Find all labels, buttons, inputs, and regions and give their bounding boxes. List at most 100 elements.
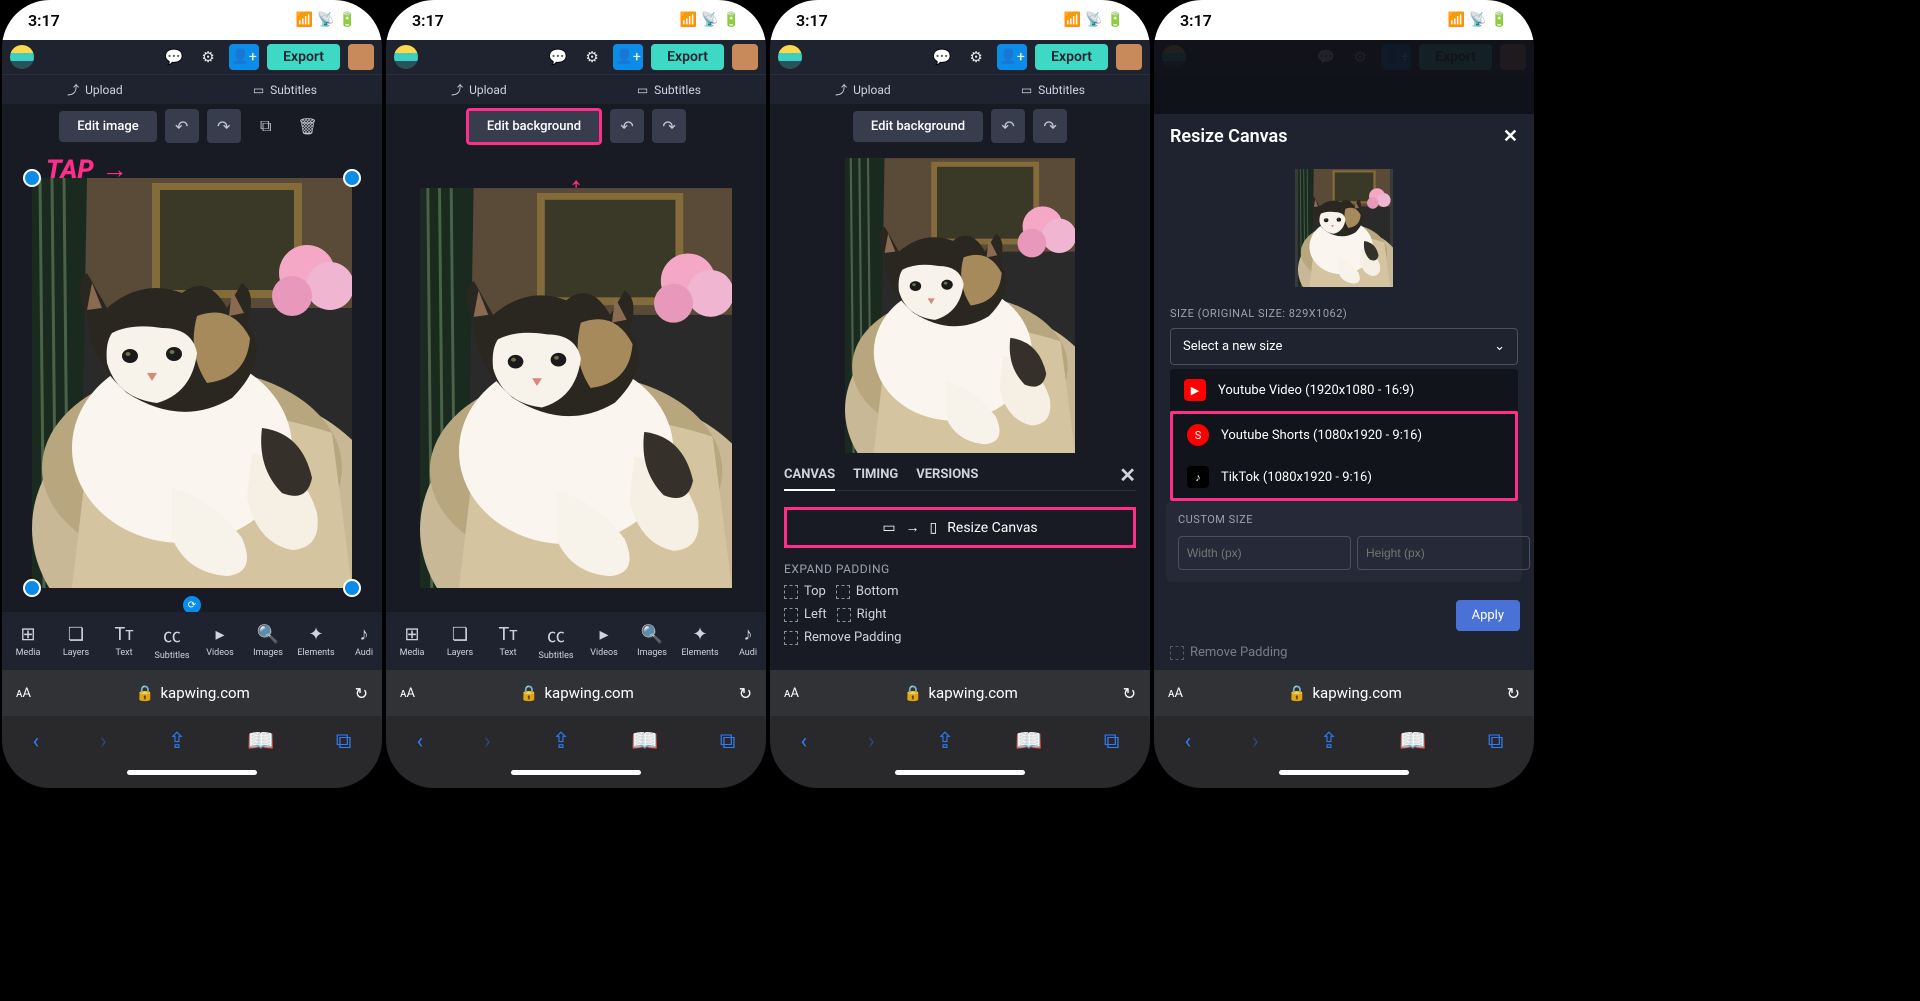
export-button[interactable]: Export <box>1035 44 1108 70</box>
pad-right[interactable]: Right <box>837 607 887 622</box>
tab-layers[interactable]: ❏Layers <box>436 624 484 658</box>
avatar[interactable] <box>348 44 374 70</box>
redo-button[interactable]: ↷ <box>1033 109 1067 143</box>
share-button[interactable]: ⇪ <box>936 729 954 754</box>
tabs-button[interactable]: ⧉ <box>1488 729 1504 754</box>
text-size-button[interactable]: ᴀA <box>1168 685 1183 701</box>
resize-handle-tr[interactable] <box>343 169 361 187</box>
forward-button[interactable]: › <box>868 729 875 754</box>
chat-icon[interactable]: 💬 <box>161 44 187 70</box>
forward-button[interactable]: › <box>100 729 107 754</box>
height-input[interactable] <box>1357 536 1530 570</box>
close-icon[interactable]: ✕ <box>1119 463 1136 487</box>
forward-button[interactable]: › <box>1252 729 1259 754</box>
gear-icon[interactable]: ⚙ <box>195 44 221 70</box>
redo-button[interactable]: ↷ <box>652 109 686 143</box>
size-dropdown[interactable]: Select a new size ⌄ <box>1170 328 1518 365</box>
tab-elements[interactable]: ✦Elements <box>676 624 724 658</box>
delete-button[interactable]: 🗑 <box>291 109 325 143</box>
option-youtube[interactable]: ▶ Youtube Video (1920x1080 - 16:9) <box>1170 369 1518 411</box>
subtitles-button[interactable]: ▭Subtitles <box>1021 83 1085 97</box>
bookmarks-button[interactable]: 📖 <box>631 729 658 754</box>
gear-icon[interactable]: ⚙ <box>579 44 605 70</box>
canvas-image[interactable] <box>420 188 732 588</box>
width-input[interactable] <box>1178 536 1351 570</box>
export-button[interactable]: Export <box>267 44 340 70</box>
bookmarks-button[interactable]: 📖 <box>1015 729 1042 754</box>
pad-bottom[interactable]: Bottom <box>836 584 899 599</box>
share-button[interactable]: ⇪ <box>1320 729 1338 754</box>
upload-button[interactable]: ⤴Upload <box>67 81 123 98</box>
share-button[interactable]: ⇪ <box>552 729 570 754</box>
pad-remove[interactable]: Remove Padding <box>784 630 901 645</box>
option-shorts[interactable]: S Youtube Shorts (1080x1920 - 9:16) <box>1173 414 1515 456</box>
reload-button[interactable]: ↻ <box>1507 684 1520 703</box>
resize-handle-bl[interactable] <box>23 579 41 597</box>
tab-audio[interactable]: ♪Audi <box>340 624 382 658</box>
tab-subtitles[interactable]: ㏄Subtitles <box>532 622 580 661</box>
undo-button[interactable]: ↶ <box>991 109 1025 143</box>
redo-button[interactable]: ↷ <box>207 109 241 143</box>
forward-button[interactable]: › <box>484 729 491 754</box>
chat-icon[interactable]: 💬 <box>929 44 955 70</box>
tab-elements[interactable]: ✦Elements <box>292 624 340 658</box>
edit-image-button[interactable]: Edit image <box>59 111 156 142</box>
tab-media[interactable]: ⊞Media <box>388 624 436 658</box>
app-logo[interactable] <box>394 45 418 69</box>
resize-canvas-button[interactable]: ▭→▯ Resize Canvas <box>784 507 1136 548</box>
tab-videos[interactable]: ▸Videos <box>196 624 244 658</box>
rotate-handle[interactable]: ⟳ <box>183 596 201 612</box>
tab-videos[interactable]: ▸Videos <box>580 624 628 658</box>
add-user-button[interactable]: 👤+ <box>229 44 259 70</box>
add-user-button[interactable]: 👤+ <box>997 44 1027 70</box>
canvas-image[interactable] <box>845 158 1075 453</box>
upload-button[interactable]: ⤴Upload <box>835 81 891 98</box>
tab-subtitles[interactable]: ㏄Subtitles <box>148 622 196 661</box>
url-display[interactable]: 🔒kapwing.com <box>43 684 343 702</box>
tabs-button[interactable]: ⧉ <box>720 729 736 754</box>
reload-button[interactable]: ↻ <box>739 684 752 703</box>
edit-background-button[interactable]: Edit background <box>853 111 983 142</box>
canvas-area[interactable] <box>386 148 766 612</box>
url-display[interactable]: 🔒kapwing.com <box>811 684 1111 702</box>
export-button[interactable]: Export <box>651 44 724 70</box>
subtitles-button[interactable]: ▭Subtitles <box>637 83 701 97</box>
tab-timing[interactable]: TIMING <box>853 467 898 482</box>
reload-button[interactable]: ↻ <box>355 684 368 703</box>
undo-button[interactable]: ↶ <box>610 109 644 143</box>
resize-handle-br[interactable] <box>343 579 361 597</box>
edit-background-button[interactable]: Edit background <box>466 108 602 145</box>
tab-audio[interactable]: ♪Audi <box>724 624 766 658</box>
back-button[interactable]: ‹ <box>417 729 424 754</box>
text-size-button[interactable]: ᴀA <box>784 685 799 701</box>
avatar[interactable] <box>732 44 758 70</box>
chat-icon[interactable]: 💬 <box>545 44 571 70</box>
canvas-area[interactable] <box>770 148 1150 457</box>
share-button[interactable]: ⇪ <box>168 729 186 754</box>
tab-images[interactable]: 🔍Images <box>244 624 292 658</box>
tab-canvas[interactable]: CANVAS <box>784 467 835 491</box>
undo-button[interactable]: ↶ <box>165 109 199 143</box>
tab-media[interactable]: ⊞Media <box>4 624 52 658</box>
close-icon[interactable]: ✕ <box>1503 126 1518 147</box>
tab-text[interactable]: TᴛText <box>484 624 532 658</box>
back-button[interactable]: ‹ <box>801 729 808 754</box>
resize-handle-tl[interactable] <box>23 169 41 187</box>
bookmarks-button[interactable]: 📖 <box>1399 729 1426 754</box>
avatar[interactable] <box>1116 44 1142 70</box>
copy-button[interactable]: ⧉ <box>249 109 283 143</box>
tabs-button[interactable]: ⧉ <box>1104 729 1120 754</box>
tab-versions[interactable]: VERSIONS <box>916 467 978 482</box>
back-button[interactable]: ‹ <box>33 729 40 754</box>
gear-icon[interactable]: ⚙ <box>963 44 989 70</box>
upload-button[interactable]: ⤴Upload <box>451 81 507 98</box>
text-size-button[interactable]: ᴀA <box>16 685 31 701</box>
add-user-button[interactable]: 👤+ <box>613 44 643 70</box>
pad-remove[interactable]: Remove Padding <box>1170 645 1518 660</box>
url-display[interactable]: 🔒kapwing.com <box>427 684 727 702</box>
tab-images[interactable]: 🔍Images <box>628 624 676 658</box>
apply-button[interactable]: Apply <box>1456 600 1520 631</box>
text-size-button[interactable]: ᴀA <box>400 685 415 701</box>
option-tiktok[interactable]: ♪ TikTok (1080x1920 - 9:16) <box>1173 456 1515 498</box>
subtitles-button[interactable]: ▭Subtitles <box>253 83 317 97</box>
